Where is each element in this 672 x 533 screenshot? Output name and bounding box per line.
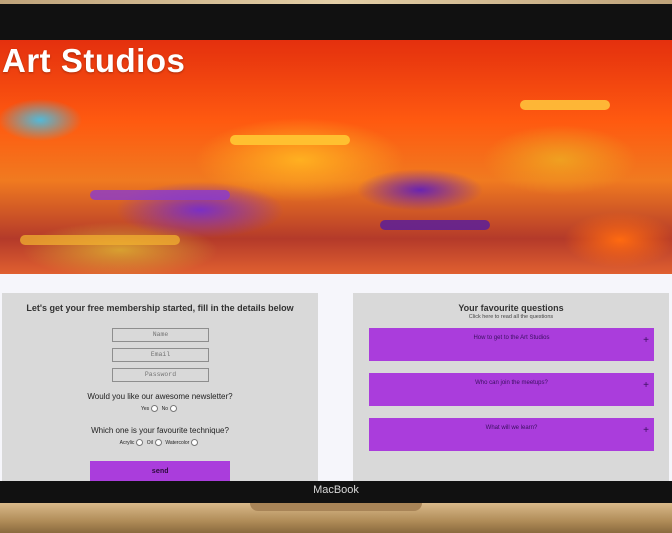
password-input[interactable] — [112, 368, 209, 382]
technique-watercolor-radio[interactable] — [191, 439, 199, 446]
laptop-base — [0, 503, 672, 533]
faq-item-label: Who can join the meetups? — [475, 380, 548, 386]
paint-streak — [380, 220, 490, 230]
faq-item[interactable]: What will we learn? + — [369, 418, 654, 451]
paint-streak — [90, 190, 230, 200]
faq-item[interactable]: Who can join the meetups? + — [369, 373, 654, 406]
faq-panel: Your favourite questions Click here to r… — [353, 293, 669, 481]
newsletter-no-radio[interactable] — [169, 405, 177, 412]
technique-question: Which one is your favourite technique? — [91, 426, 229, 435]
name-input[interactable] — [112, 328, 209, 342]
newsletter-yes-radio[interactable] — [151, 405, 159, 412]
laptop-bottom-bezel: MacBook — [0, 481, 672, 503]
technique-watercolor-label: Watercolor — [165, 439, 190, 446]
newsletter-yes-label: Yes — [141, 405, 150, 412]
technique-oil-radio[interactable] — [154, 439, 162, 446]
laptop-lid-edge — [0, 0, 672, 4]
newsletter-no-label: No — [161, 405, 168, 412]
newsletter-options: Yes No — [2, 405, 318, 412]
site-title: Art Studios — [2, 42, 186, 79]
device-brand-label: MacBook — [313, 484, 359, 496]
hero-banner: Art Studios — [0, 40, 672, 274]
faq-subtitle-link[interactable]: Click here to read all the questions — [353, 314, 669, 320]
technique-oil-label: Oil — [146, 439, 153, 446]
signup-title: Let's get your free membership started, … — [26, 303, 294, 313]
send-button[interactable]: send — [90, 461, 230, 481]
faq-item-label: How to get to the Art Studios — [473, 335, 550, 341]
technique-acrylic-radio[interactable] — [136, 439, 144, 446]
laptop-hinge-notch — [250, 503, 422, 511]
email-input[interactable] — [112, 348, 209, 362]
laptop-top-bezel — [0, 0, 672, 40]
newsletter-question: Would you like our awesome newsletter? — [87, 392, 233, 401]
technique-options: Acrylic Oil Watercolor — [2, 439, 318, 446]
paint-streak — [230, 135, 350, 145]
signup-panel: Let's get your free membership started, … — [2, 293, 318, 481]
browser-screen: Art Studios Let's get your free membersh… — [0, 40, 672, 481]
expand-plus-icon[interactable]: + — [643, 335, 649, 346]
expand-plus-icon[interactable]: + — [643, 425, 649, 436]
faq-title: Your favourite questions — [458, 303, 564, 313]
faq-item[interactable]: How to get to the Art Studios + — [369, 328, 654, 361]
paint-streak — [20, 235, 180, 245]
paint-streak — [520, 100, 610, 110]
faq-item-label: What will we learn? — [485, 425, 538, 431]
technique-acrylic-label: Acrylic — [119, 439, 135, 446]
expand-plus-icon[interactable]: + — [643, 380, 649, 391]
